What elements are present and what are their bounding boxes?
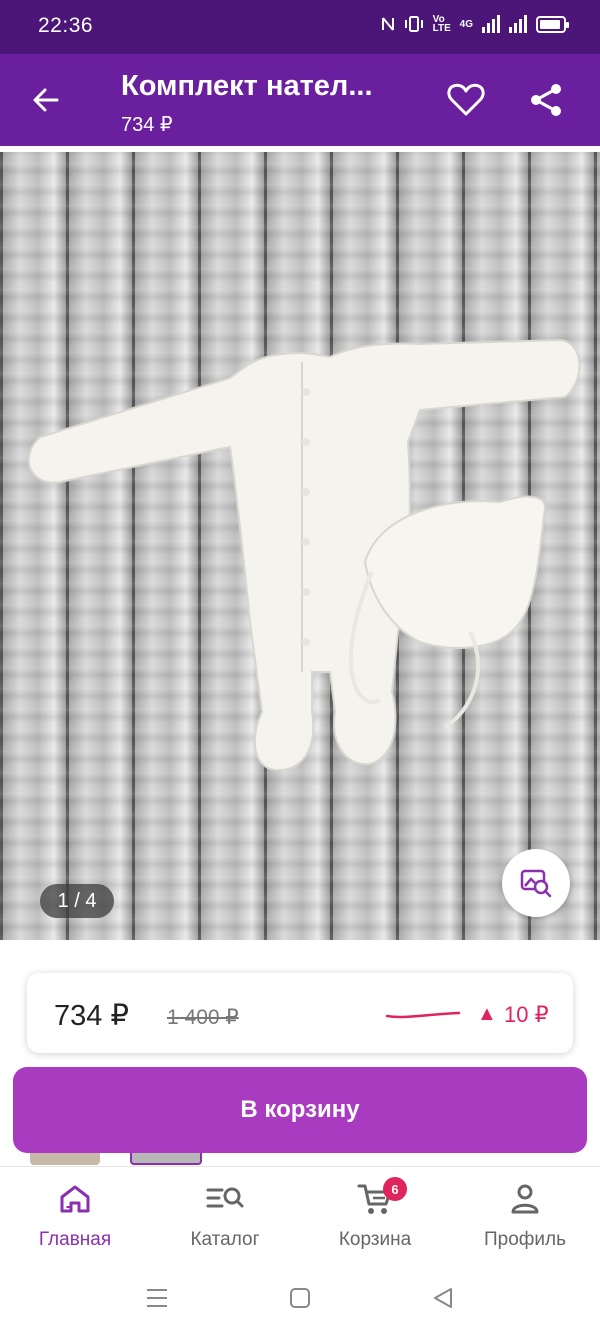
status-time: 22:36 bbox=[38, 14, 94, 37]
back-button[interactable] bbox=[22, 76, 70, 124]
nav-item-cart[interactable]: 6 Корзина bbox=[315, 1177, 435, 1251]
share-icon bbox=[531, 84, 561, 116]
nav-item-home[interactable]: Главная bbox=[15, 1179, 135, 1251]
product-screen: 22:36 Vo LTE 4G Комплект нател... 734 ₽ bbox=[0, 0, 600, 1332]
square-icon bbox=[290, 1288, 310, 1308]
back-system-button[interactable] bbox=[426, 1284, 460, 1312]
signal-icon bbox=[482, 15, 500, 33]
thumbnail-2[interactable] bbox=[130, 1153, 202, 1165]
nav-label-profile: Профиль bbox=[483, 1229, 567, 1250]
product-image-gallery[interactable]: 1 / 4 bbox=[0, 152, 600, 940]
old-price: 1 400 ₽ bbox=[167, 1006, 239, 1029]
menu-icon bbox=[147, 1289, 167, 1307]
volte-label: Vo LTE bbox=[432, 14, 451, 34]
nav-label-cart: Корзина bbox=[338, 1229, 412, 1250]
image-counter: 1 / 4 bbox=[40, 884, 114, 918]
system-navigation-bar bbox=[0, 1262, 600, 1332]
current-price: 734 ₽ bbox=[54, 1000, 129, 1032]
arrow-left-icon bbox=[33, 88, 59, 112]
add-to-cart-button[interactable]: В корзину bbox=[13, 1067, 587, 1153]
status-icons: Vo LTE 4G bbox=[381, 14, 569, 34]
product-photo bbox=[27, 338, 581, 772]
home-icon bbox=[60, 1185, 90, 1213]
profile-icon bbox=[511, 1184, 539, 1214]
bottom-navigation: Главная Каталог 6 Корзина Профиль bbox=[0, 1166, 600, 1262]
price-trend-value: 10 ₽ bbox=[504, 1002, 549, 1027]
page-title: Комплект нател... bbox=[121, 70, 373, 102]
price-card: 734 ₽ 1 400 ₽ ▲ 10 ₽ bbox=[27, 973, 573, 1053]
share-button[interactable] bbox=[522, 76, 570, 124]
thumbnail-1[interactable] bbox=[30, 1153, 100, 1165]
image-search-icon bbox=[520, 869, 552, 898]
battery-icon bbox=[536, 15, 569, 33]
header-price: 734 ₽ bbox=[121, 114, 173, 136]
app-bar: Комплект нател... 734 ₽ bbox=[0, 54, 600, 146]
vibrate-icon bbox=[404, 16, 423, 32]
nav-item-catalog[interactable]: Каталог bbox=[165, 1179, 285, 1251]
signal-icon-2 bbox=[509, 15, 527, 33]
nav-item-profile[interactable]: Профиль bbox=[465, 1179, 585, 1251]
home-system-button[interactable] bbox=[283, 1284, 317, 1312]
visual-search-button[interactable] bbox=[502, 849, 570, 917]
favorite-button[interactable] bbox=[442, 76, 490, 124]
triangle-back-icon bbox=[434, 1288, 452, 1308]
network-label: 4G bbox=[459, 18, 473, 30]
status-bar: 22:36 Vo LTE 4G bbox=[0, 0, 600, 54]
price-trend-arrow: ▲ bbox=[477, 1003, 497, 1025]
cart-badge: 6 bbox=[383, 1177, 407, 1201]
price-trend-line bbox=[385, 1011, 461, 1019]
nfc-icon bbox=[381, 17, 394, 31]
heart-icon bbox=[447, 83, 485, 116]
nav-label-home: Главная bbox=[38, 1229, 112, 1250]
catalog-search-icon bbox=[206, 1187, 244, 1208]
recent-apps-button[interactable] bbox=[140, 1284, 174, 1312]
nav-label-catalog: Каталог bbox=[190, 1229, 260, 1250]
